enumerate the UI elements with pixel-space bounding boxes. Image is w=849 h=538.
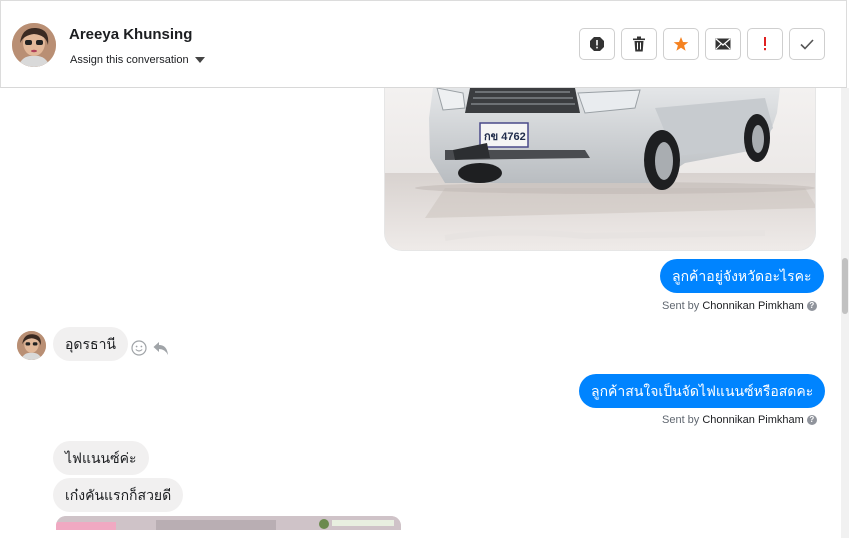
exclamation-icon — [764, 37, 766, 51]
outgoing-message[interactable]: ลูกค้าอยู่จังหวัดอะไรคะ — [660, 259, 824, 293]
sent-by-prefix: Sent by — [662, 414, 700, 426]
help-icon[interactable]: ? — [806, 301, 817, 311]
star-button[interactable] — [663, 28, 699, 60]
help-icon[interactable]: ? — [806, 415, 817, 425]
follow-up-button[interactable] — [747, 28, 783, 60]
checkmark-icon — [800, 39, 814, 50]
contact-name: Areeya Khunsing — [69, 26, 193, 43]
envelope-icon — [715, 38, 731, 50]
scrollbar-thumb[interactable] — [842, 258, 848, 314]
mark-done-button[interactable] — [789, 28, 825, 60]
car-image-attachment[interactable]: กข 4762 — [384, 88, 816, 251]
reply-button[interactable] — [153, 340, 169, 361]
trash-icon — [633, 36, 645, 52]
sent-by-label: Sent by Chonnikan Pimkham ? — [662, 414, 817, 426]
star-icon — [673, 37, 689, 51]
outgoing-message[interactable]: ลูกค้าสนใจเป็นจัดไฟแนนซ์หรือสดคะ — [579, 374, 826, 408]
license-plate-text: กข 4762 — [484, 131, 526, 143]
mark-spam-button[interactable] — [579, 28, 615, 60]
sender-name[interactable]: Chonnikan Pimkham — [702, 300, 804, 312]
sender-name[interactable]: Chonnikan Pimkham — [702, 414, 804, 426]
conversation-actions — [579, 28, 825, 60]
react-button[interactable] — [131, 340, 147, 361]
assign-conversation-dropdown[interactable]: Assign this conversation — [70, 54, 205, 66]
contact-avatar[interactable] — [12, 23, 56, 67]
image-attachment-preview[interactable] — [56, 516, 401, 530]
mark-unread-button[interactable] — [705, 28, 741, 60]
reply-icon — [153, 342, 168, 355]
incoming-message[interactable]: อุดรธานี — [53, 327, 128, 361]
incoming-message[interactable]: ไฟแนนซ์ค่ะ — [53, 441, 149, 475]
sent-by-prefix: Sent by — [662, 300, 700, 312]
scrollbar-track[interactable] — [841, 88, 849, 538]
sent-by-label: Sent by Chonnikan Pimkham ? — [662, 300, 817, 312]
incoming-message[interactable]: เก๋งคันแรกก็สวยดี — [53, 478, 184, 512]
caret-down-icon — [194, 57, 205, 63]
contact-avatar-small — [17, 331, 46, 360]
delete-button[interactable] — [621, 28, 657, 60]
spam-icon — [590, 37, 604, 51]
smiley-icon — [131, 340, 147, 356]
conversation-header: Areeya Khunsing Assign this conversation — [0, 0, 847, 88]
assign-label: Assign this conversation — [70, 54, 189, 66]
